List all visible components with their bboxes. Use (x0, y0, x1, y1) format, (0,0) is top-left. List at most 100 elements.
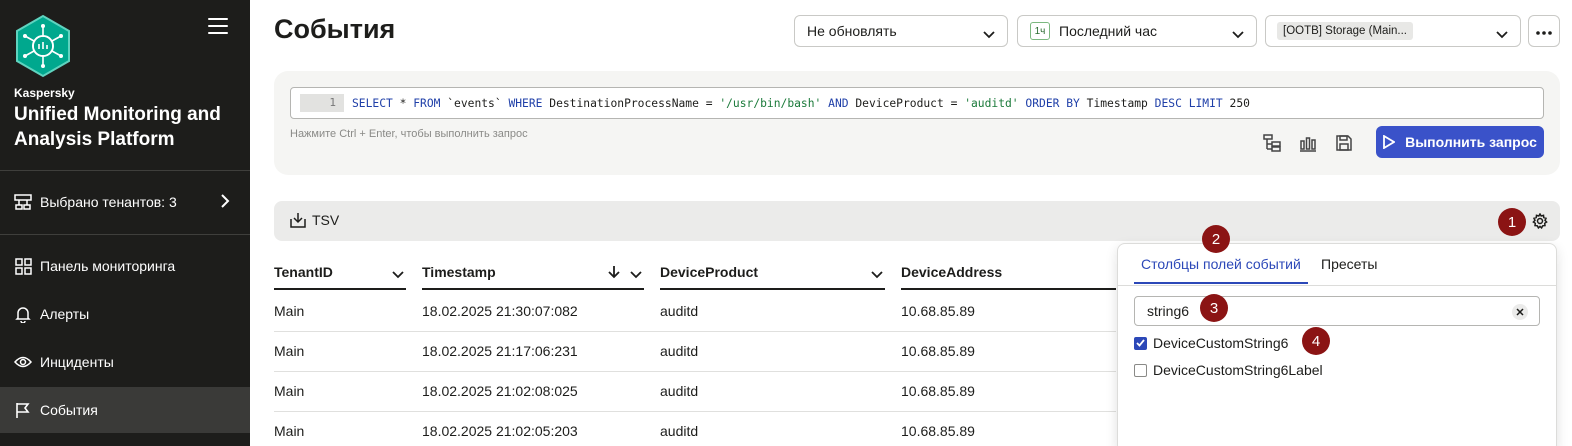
callout-badge: 3 (1200, 294, 1228, 322)
table-cell: Main (274, 303, 305, 319)
sql-keyword: WHERE (508, 96, 543, 110)
column-header-label: TenantID (274, 264, 333, 280)
callout-badge: 4 (1302, 327, 1330, 355)
table-cell: auditd (660, 383, 699, 399)
table-cell: Main (274, 383, 305, 399)
chevron-right-icon (220, 194, 230, 211)
table-cell: auditd (660, 303, 699, 319)
period-select[interactable]: 1ч Последний час (1017, 15, 1257, 47)
run-query-label: Выполнить запрос (1405, 134, 1537, 150)
sql-text: `events` (440, 96, 509, 110)
panel-divider (1118, 285, 1556, 286)
table-cell: Main (274, 423, 305, 439)
nav-item-label: Алерты (40, 306, 90, 322)
chart-icon[interactable] (1298, 133, 1318, 153)
download-icon (290, 213, 306, 228)
column-header-deviceproduct[interactable]: DeviceProduct (660, 256, 885, 290)
clear-search-icon[interactable] (1512, 304, 1528, 320)
period-select-value: Последний час (1059, 23, 1158, 39)
gear-icon[interactable] (1532, 212, 1548, 234)
tenant-selector[interactable]: Выбрано тенантов: 3 (0, 182, 250, 222)
column-header-label: DeviceProduct (660, 264, 759, 280)
more-options-button[interactable] (1528, 15, 1560, 47)
export-tsv-button[interactable]: TSV (290, 212, 339, 228)
dashboard-icon (14, 257, 32, 275)
sql-keyword: FROM (413, 96, 441, 110)
brand-product: Unified Monitoring and Analysis Platform (14, 104, 221, 150)
tab-presets[interactable]: Пресеты (1321, 256, 1377, 284)
sql-text: Timestamp (1079, 96, 1155, 110)
kaspersky-logo-icon (14, 14, 72, 78)
storage-chip: [OOTB] Storage (Main... (1277, 22, 1413, 40)
nav-item-incidents[interactable]: Инциденты (0, 339, 250, 385)
sql-text: DeviceProduct = (848, 96, 965, 110)
table-cell: 18.02.2025 21:30:07:082 (422, 303, 578, 319)
column-search-input[interactable] (1134, 296, 1540, 326)
table-cell: 10.68.85.89 (901, 383, 975, 399)
tab-event-field-columns[interactable]: Столбцы полей событий (1134, 256, 1308, 284)
refresh-select[interactable]: Не обновлять (794, 15, 1008, 47)
table-cell: auditd (660, 423, 699, 439)
column-option-label: DeviceCustomString6Label (1153, 362, 1323, 378)
storage-select[interactable]: [OOTB] Storage (Main... (1265, 15, 1521, 47)
nav-item-label: Панель мониторинга (40, 258, 176, 274)
column-header-label: DeviceAddress (901, 264, 1003, 280)
chevron-down-icon (630, 266, 642, 282)
sql-keyword: LIMIT (1188, 96, 1223, 110)
nav-item-label: События (40, 402, 98, 418)
tree-view-icon[interactable] (1262, 133, 1282, 153)
results-toolbar: TSV (274, 201, 1560, 241)
play-icon (1383, 135, 1396, 149)
sql-text: DestinationProcessName = (542, 96, 720, 110)
nav-item-dashboard[interactable]: Панель мониторинга (0, 243, 250, 289)
eye-icon (14, 353, 32, 371)
table-cell: auditd (660, 343, 699, 359)
sidebar-divider (0, 234, 250, 235)
menu-burger-icon[interactable] (208, 18, 228, 34)
column-header-deviceaddress[interactable]: DeviceAddress (901, 256, 1116, 290)
sort-arrow-down-icon[interactable] (608, 265, 620, 282)
run-query-button[interactable]: Выполнить запрос (1376, 126, 1544, 158)
table-row-divider (274, 331, 1116, 332)
save-icon[interactable] (1334, 133, 1354, 153)
column-option[interactable]: DeviceCustomString6 (1134, 335, 1288, 351)
callout-badge: 2 (1202, 225, 1230, 253)
period-badge: 1ч (1030, 22, 1050, 40)
refresh-select-value: Не обновлять (807, 23, 897, 39)
chevron-down-icon (871, 266, 883, 282)
chevron-down-icon (392, 266, 404, 282)
column-header-timestamp[interactable]: Timestamp (422, 256, 644, 290)
sql-text: 250 (1222, 96, 1250, 110)
chevron-down-icon (1496, 26, 1508, 42)
table-row-divider (274, 411, 1116, 412)
table-cell: 18.02.2025 21:17:06:231 (422, 343, 578, 359)
sidebar-divider (0, 170, 250, 171)
sidebar: Kaspersky Unified Monitoring and Analysi… (0, 0, 250, 446)
query-editor[interactable]: 1 SELECT * FROM `events` WHERE Destinati… (290, 87, 1544, 119)
nav-item-events[interactable]: События (0, 387, 250, 433)
column-option[interactable]: DeviceCustomString6Label (1134, 362, 1323, 378)
sql-text: * (392, 96, 414, 110)
column-header-label: Timestamp (422, 264, 496, 280)
table-cell: 10.68.85.89 (901, 303, 975, 319)
nav-item-alerts[interactable]: Алерты (0, 291, 250, 337)
checkbox-checked-icon[interactable] (1134, 336, 1147, 350)
table-cell: 18.02.2025 21:02:08:025 (422, 383, 578, 399)
sql-string: '/usr/bin/bash' (719, 96, 822, 110)
column-option-label: DeviceCustomString6 (1153, 335, 1289, 351)
sql-keyword: SELECT (352, 96, 393, 110)
export-tsv-label: TSV (312, 212, 340, 228)
callout-badge: 1 (1498, 208, 1526, 236)
sql-keyword: AND (828, 96, 849, 110)
column-header-tenantid[interactable]: TenantID (274, 256, 406, 290)
nav-item-label: Инциденты (40, 354, 114, 370)
more-dots-icon (1536, 22, 1552, 40)
columns-panel: Столбцы полей событий Пресеты DeviceCust… (1117, 243, 1557, 446)
sql-string: 'auditd' (964, 96, 1019, 110)
checkbox-unchecked-icon[interactable] (1134, 363, 1147, 377)
tenant-selector-label: Выбрано тенантов: 3 (40, 194, 177, 210)
sql-keyword: ORDER BY (1025, 96, 1080, 110)
page-title: События (274, 14, 396, 44)
